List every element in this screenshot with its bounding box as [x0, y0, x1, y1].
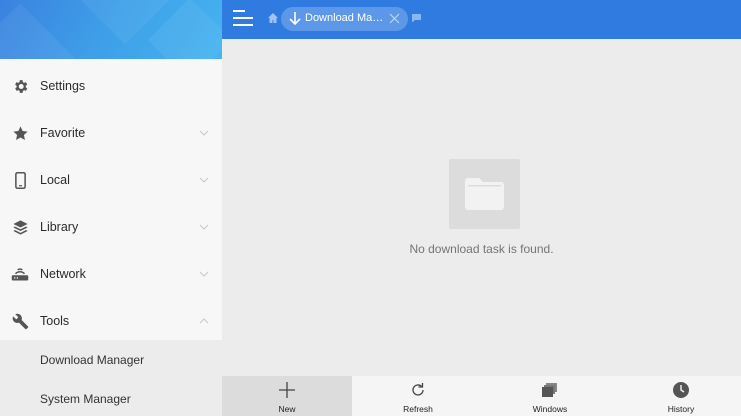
chevron-up-icon: [199, 318, 209, 324]
sidebar-item-tools[interactable]: Tools: [0, 298, 222, 344]
chat-icon[interactable]: [411, 13, 422, 23]
chevron-down-icon: [199, 224, 209, 230]
layers-icon: [11, 218, 29, 236]
refresh-button-label: Refresh: [403, 404, 433, 414]
sidebar-item-label: Library: [40, 220, 79, 234]
windows-icon: [542, 383, 557, 397]
star-icon: [11, 124, 29, 142]
phone-icon: [11, 171, 29, 189]
top-bar: Download Ma…: [222, 0, 741, 39]
history-button[interactable]: History: [616, 376, 741, 416]
sidebar-item-label: Tools: [40, 314, 70, 328]
sidebar-item-favorite[interactable]: Favorite: [0, 110, 222, 156]
folder-icon: [465, 178, 504, 210]
sidebar-item-local[interactable]: Local: [0, 157, 222, 203]
sidebar-item-label: Local: [40, 173, 70, 187]
wrench-icon: [11, 312, 29, 330]
sidebar-item-label: Settings: [40, 79, 86, 93]
sidebar-item-label: Favorite: [40, 126, 86, 140]
windows-button-label: Windows: [532, 404, 568, 414]
new-button-label: New: [278, 404, 296, 414]
router-icon: [11, 265, 29, 283]
download-icon: [289, 12, 301, 26]
chevron-down-icon: [199, 271, 209, 277]
windows-button[interactable]: Windows: [485, 376, 615, 416]
tab-download-manager[interactable]: Download Ma…: [281, 7, 408, 31]
main-content: No download task is found.: [222, 39, 741, 376]
sidebar: Settings Favorite Local Library Network: [0, 0, 222, 416]
sidebar-item-library[interactable]: Library: [0, 204, 222, 250]
history-button-label: History: [667, 404, 695, 414]
sidebar-subitem-label: System Manager: [40, 391, 131, 406]
sidebar-item-network[interactable]: Network: [0, 251, 222, 297]
sidebar-subitem-download-manager[interactable]: Download Manager: [0, 340, 222, 379]
menu-icon[interactable]: [233, 10, 253, 28]
tab-label: Download Ma…: [305, 12, 384, 24]
clock-icon: [673, 382, 689, 398]
chevron-down-icon: [199, 177, 209, 183]
sidebar-item-label: Network: [40, 267, 86, 281]
empty-folder-placeholder: [449, 159, 520, 229]
sidebar-item-settings[interactable]: Settings: [0, 63, 222, 109]
sidebar-subitem-system-manager[interactable]: System Manager: [0, 379, 222, 416]
refresh-icon: [412, 383, 424, 396]
sidebar-header: [0, 0, 222, 59]
refresh-button[interactable]: Refresh: [353, 376, 483, 416]
empty-state-message: No download task is found.: [409, 242, 554, 256]
close-icon[interactable]: [389, 13, 400, 24]
new-button[interactable]: New: [222, 376, 352, 416]
chevron-down-icon: [199, 130, 209, 136]
gear-icon: [11, 77, 29, 95]
home-icon[interactable]: [267, 12, 279, 24]
bottom-toolbar: New Refresh Windows History: [222, 376, 741, 416]
plus-icon: [279, 382, 295, 398]
sidebar-subitem-label: Download Manager: [40, 352, 145, 367]
